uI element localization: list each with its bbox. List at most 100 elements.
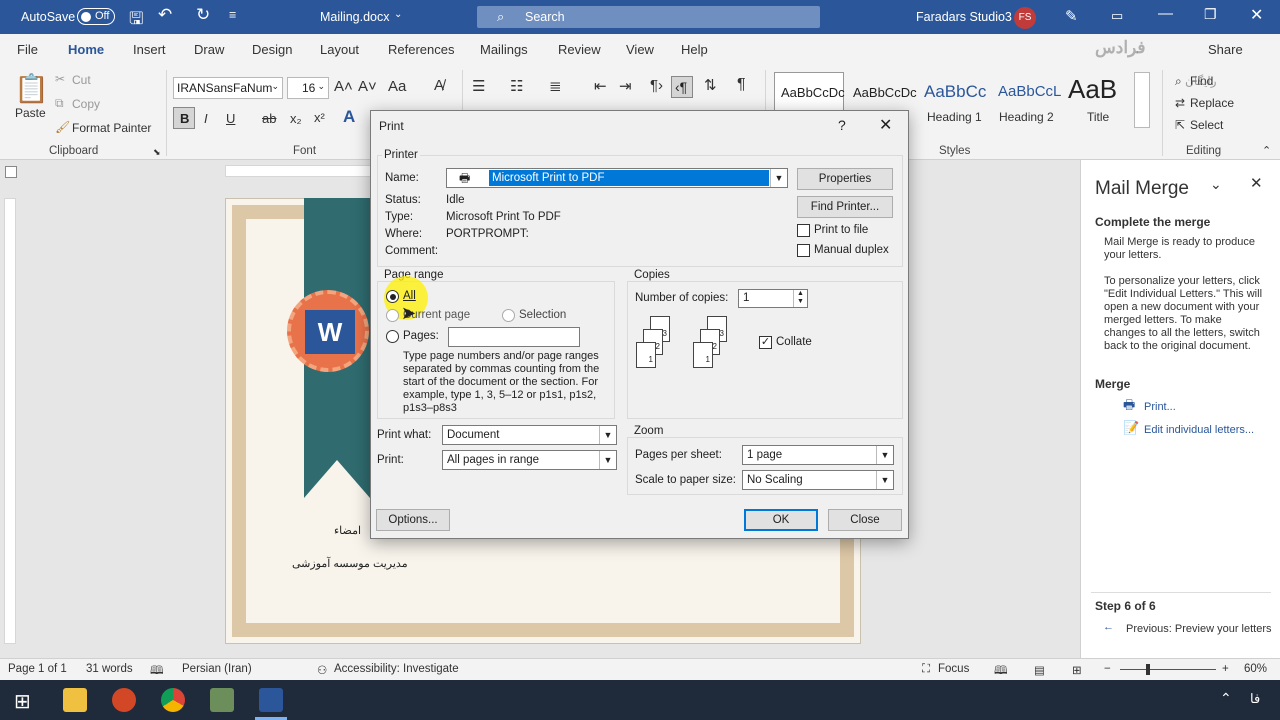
strikethrough-button[interactable]: ab [262, 111, 276, 126]
format-painter-button[interactable]: Format Painter [72, 121, 151, 135]
tab-selector[interactable] [5, 166, 17, 178]
range-all-radio[interactable] [386, 290, 399, 303]
replace-button[interactable]: Replace [1190, 96, 1234, 110]
scale-select[interactable]: No Scaling ▼ [742, 470, 894, 490]
cut-button[interactable]: Cut [72, 73, 91, 87]
user-name[interactable]: Faradars Studio3 [916, 10, 1012, 24]
font-name-select[interactable]: IRANSansFaNum ⌄ [173, 77, 283, 99]
chevron-down-icon[interactable]: ⌄ [1210, 177, 1222, 191]
printer-name-select[interactable]: 🖶 Microsoft Print to PDF ▼ [446, 168, 788, 188]
show-marks-icon[interactable]: ¶ [737, 76, 746, 94]
close-window-icon[interactable]: ✕ [1250, 5, 1263, 25]
tab-review[interactable]: Review [558, 42, 601, 57]
tab-help[interactable]: Help [681, 42, 708, 57]
copy-button[interactable]: Copy [72, 97, 100, 111]
chrome-icon[interactable] [161, 688, 185, 712]
close-icon[interactable]: ✕ [879, 115, 892, 135]
tab-design[interactable]: Design [252, 42, 292, 57]
previous-link[interactable]: Previous: Preview your letters [1126, 623, 1274, 636]
print-link[interactable]: Print... [1144, 401, 1176, 414]
customize-qat-icon[interactable]: ≡ [229, 8, 236, 22]
help-button[interactable]: ? [838, 117, 846, 133]
save-icon[interactable]: 🖫 [129, 6, 143, 35]
superscript-button[interactable]: x² [314, 110, 325, 125]
manual-duplex-checkbox[interactable] [797, 244, 810, 257]
tab-references[interactable]: References [388, 42, 454, 57]
input-language[interactable]: فا [1250, 691, 1260, 707]
properties-button[interactable]: Properties [797, 168, 893, 190]
bold-button[interactable]: B [173, 107, 195, 129]
tab-view[interactable]: View [626, 42, 654, 57]
vertical-ruler[interactable] [4, 198, 16, 644]
pages-input[interactable] [448, 327, 580, 347]
redo-icon[interactable]: ↻ [196, 5, 210, 25]
pages-per-sheet-select[interactable]: 1 page ▼ [742, 445, 894, 465]
file-explorer-icon[interactable] [63, 688, 87, 712]
italic-button[interactable]: I [204, 111, 208, 126]
chevron-up-icon[interactable]: ⌃ [1220, 690, 1232, 707]
tab-file[interactable]: File [17, 42, 38, 57]
document-title[interactable]: Mailing.docx [320, 10, 389, 24]
collate-checkbox[interactable]: ✓ [759, 336, 772, 349]
tab-draw[interactable]: Draw [194, 42, 224, 57]
find-printer-button[interactable]: Find Printer... [797, 196, 893, 218]
text-effects-icon[interactable]: A [343, 107, 355, 127]
word-count[interactable]: 31 words [86, 663, 133, 675]
shrink-font-icon[interactable]: A˅ [358, 78, 377, 95]
print-select[interactable]: All pages in range ▼ [442, 450, 617, 470]
powerpoint-icon[interactable] [112, 688, 136, 712]
ok-button[interactable]: OK [744, 509, 818, 531]
print-layout-icon[interactable]: ▤ [1034, 663, 1045, 677]
styles-scroll[interactable] [1134, 72, 1150, 128]
change-case-icon[interactable]: Aa [388, 78, 406, 95]
bullets-icon[interactable]: ☰ [472, 77, 485, 95]
web-layout-icon[interactable]: ⊞ [1072, 663, 1082, 677]
multilevel-list-icon[interactable]: ≣ [549, 77, 562, 95]
chevron-down-icon[interactable]: ⌄ [394, 9, 402, 20]
share-button[interactable]: Share [1208, 42, 1243, 57]
zoom-slider[interactable] [1120, 669, 1216, 670]
close-button[interactable]: Close [828, 509, 902, 531]
rtl-button[interactable]: ‹¶ [671, 76, 693, 98]
tab-insert[interactable]: Insert [133, 42, 166, 57]
print-to-file-checkbox[interactable] [797, 224, 810, 237]
word-taskbar-icon[interactable] [259, 688, 283, 712]
clear-formatting-icon[interactable]: A̸ [434, 77, 444, 94]
windows-start-icon[interactable]: ⊞ [14, 689, 31, 714]
zoom-in-icon[interactable]: + [1222, 663, 1229, 675]
increase-indent-icon[interactable]: ⇥ [619, 77, 632, 95]
ribbon-display-icon[interactable]: ▭ [1111, 8, 1123, 24]
numbering-icon[interactable]: ☷ [510, 77, 523, 95]
paste-button[interactable]: Paste [15, 106, 46, 120]
undo-icon[interactable]: ↶ [158, 5, 172, 25]
print-what-select[interactable]: Document ▼ [442, 425, 617, 445]
subscript-button[interactable]: x₂ [290, 111, 302, 126]
font-size-select[interactable]: 16 ⌄ [287, 77, 329, 99]
app-icon[interactable] [210, 688, 234, 712]
pen-icon[interactable]: ✎ [1065, 7, 1078, 25]
zoom-out-icon[interactable]: − [1104, 663, 1111, 675]
options-button[interactable]: Options... [376, 509, 450, 531]
range-pages-radio[interactable] [386, 330, 399, 343]
focus-button[interactable]: Focus [938, 663, 969, 675]
zoom-level[interactable]: 60% [1244, 663, 1267, 675]
minimize-icon[interactable]: — [1158, 5, 1173, 22]
page-count[interactable]: Page 1 of 1 [8, 663, 67, 675]
restore-icon[interactable]: ❐ [1204, 6, 1217, 23]
spinner-icon[interactable]: ▲ ▼ [793, 290, 807, 307]
autosave-toggle[interactable]: Off [77, 8, 115, 25]
underline-button[interactable]: U [226, 111, 235, 126]
range-current-radio[interactable] [386, 309, 399, 322]
search-input[interactable]: ⌕ Search [477, 6, 820, 28]
language[interactable]: Persian (Iran) [182, 663, 252, 675]
collapse-ribbon-icon[interactable]: ⌃ [1262, 144, 1271, 157]
tab-mailings[interactable]: Mailings [480, 42, 528, 57]
tab-home[interactable]: Home [68, 42, 105, 67]
sort-icon[interactable]: ⇅ [704, 76, 717, 94]
zoom-slider-thumb[interactable] [1146, 664, 1150, 675]
dialog-launcher-icon[interactable]: ⬊ [153, 147, 161, 158]
range-selection-radio[interactable] [502, 309, 515, 322]
grow-font-icon[interactable]: A˄ [334, 78, 353, 95]
accessibility-status[interactable]: Accessibility: Investigate [334, 663, 459, 675]
decrease-indent-icon[interactable]: ⇤ [594, 77, 607, 95]
